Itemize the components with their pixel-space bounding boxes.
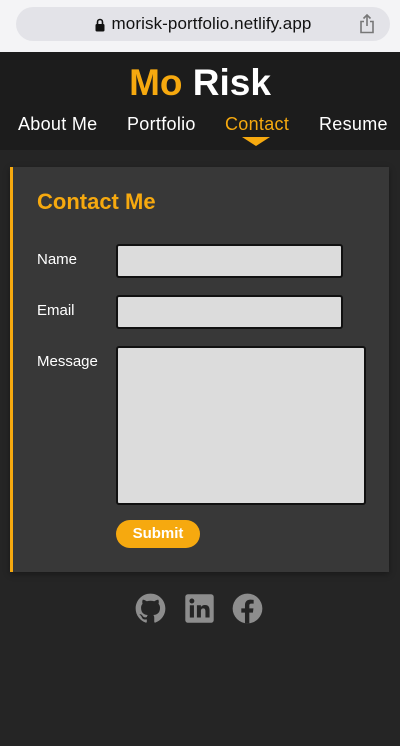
nav-item-resume[interactable]: Resume [319,113,388,135]
main-nav: About Me Portfolio Contact Resume [0,113,400,137]
email-input[interactable] [116,295,343,329]
nav-item-contact[interactable]: Contact [225,113,289,135]
site-logo[interactable]: Mo Risk [0,60,400,106]
social-links [0,593,400,625]
share-icon[interactable] [358,13,376,34]
message-label: Message [37,353,98,370]
submit-button[interactable]: Submit [116,520,200,548]
contact-card: Contact Me Name Email Message Submit [10,167,389,572]
browser-address-bar: morisk-portfolio.netlify.app [0,0,400,52]
github-icon[interactable] [135,593,166,624]
nav-item-portfolio[interactable]: Portfolio [127,113,196,135]
nav-item-about-me[interactable]: About Me [18,113,97,135]
name-input[interactable] [116,244,343,278]
linkedin-icon[interactable] [184,593,215,624]
url-text: morisk-portfolio.netlify.app [111,14,312,33]
message-textarea[interactable] [116,346,366,505]
logo-last-name: Risk [192,62,271,103]
logo-first-name: Mo [129,62,183,103]
site-header: Mo Risk About Me Portfolio Contact Resum… [0,52,400,150]
lock-icon [95,18,105,32]
contact-title: Contact Me [37,189,156,214]
facebook-icon[interactable] [232,593,263,624]
url-field[interactable]: morisk-portfolio.netlify.app [16,7,390,41]
email-label: Email [37,302,75,319]
active-nav-indicator [242,137,270,146]
name-label: Name [37,251,78,268]
